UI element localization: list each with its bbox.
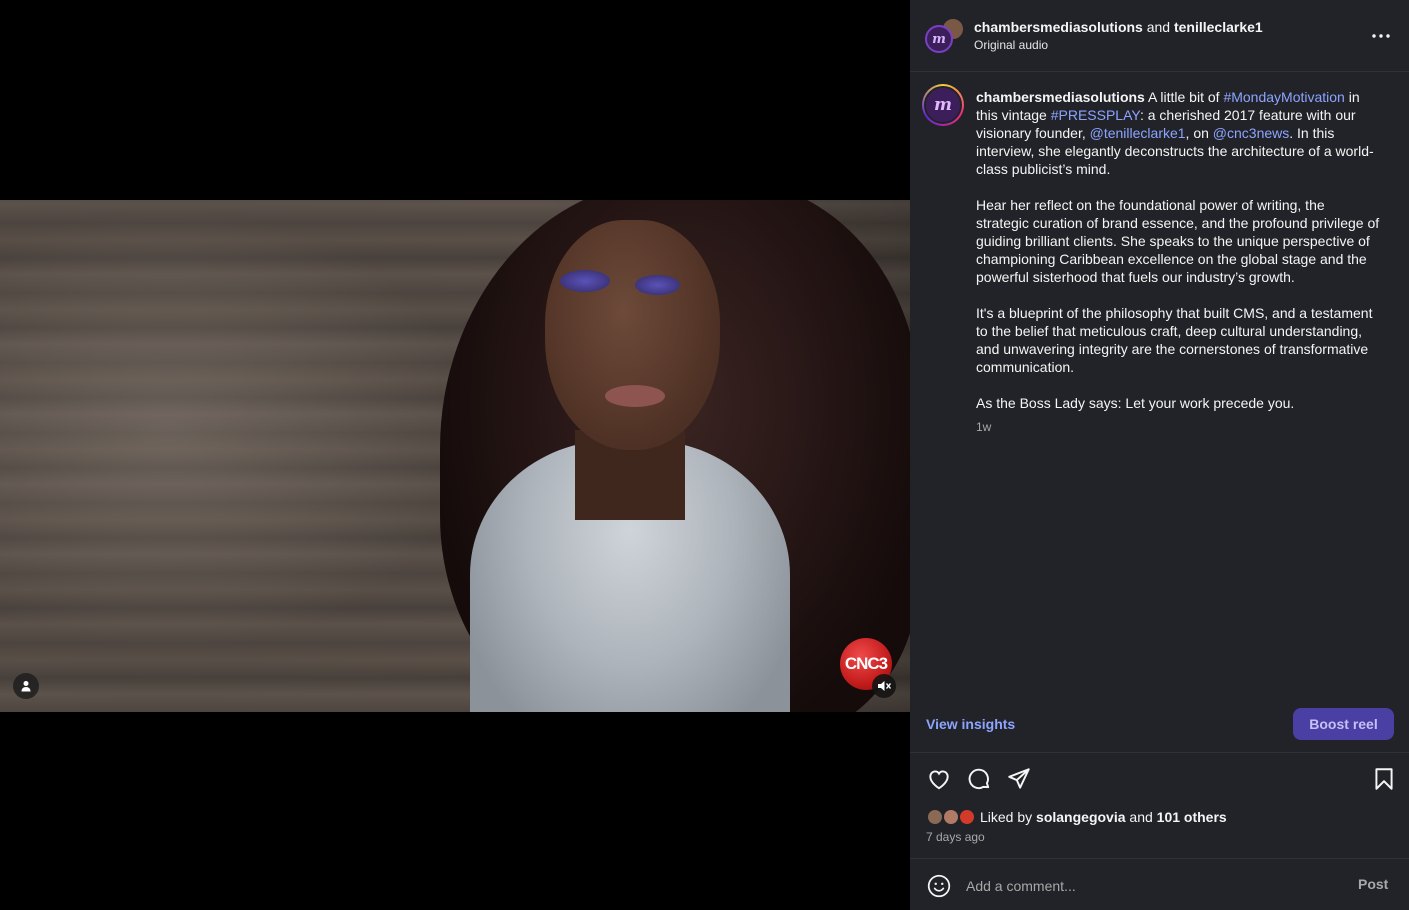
avatar — [958, 808, 976, 826]
post-header: m chambersmediasolutions and tenilleclar… — [910, 0, 1409, 72]
audio-link[interactable]: Original audio — [974, 38, 1048, 52]
heart-icon[interactable] — [926, 766, 952, 792]
post-date: 7 days ago — [926, 830, 985, 844]
video-subject-eye — [560, 270, 610, 292]
author-link[interactable]: chambersmediasolutions — [974, 19, 1143, 35]
boost-reel-button[interactable]: Boost reel — [1293, 708, 1394, 740]
view-insights-link[interactable]: View insights — [926, 716, 1015, 732]
share-icon[interactable] — [1006, 766, 1032, 792]
post-panel: m chambersmediasolutions and tenilleclar… — [910, 0, 1409, 910]
actions-divider — [910, 752, 1409, 753]
video-subject-eye — [635, 275, 680, 295]
video-subject-face — [545, 220, 720, 450]
more-horizontal-icon[interactable] — [1370, 26, 1392, 46]
emoji-icon[interactable] — [926, 873, 952, 899]
caption-tag-link[interactable]: @tenilleclarke1 — [1090, 125, 1186, 141]
caption-paragraph: Hear her reflect on the foundational pow… — [976, 197, 1380, 285]
caption-paragraph: It's a blueprint of the philosophy that … — [976, 305, 1373, 375]
caption-text: , on — [1185, 125, 1213, 141]
comment-icon[interactable] — [966, 766, 992, 792]
post-caption: chambersmediasolutions A little bit of #… — [976, 88, 1381, 436]
likes-joiner: and — [1129, 809, 1153, 825]
caption-username[interactable]: chambersmediasolutions — [976, 89, 1145, 105]
caption-timestamp: 1w — [976, 420, 992, 434]
collaborator-link[interactable]: tenilleclarke1 — [1174, 19, 1263, 35]
caption-paragraph: As the Boss Lady says: Let your work pre… — [976, 395, 1295, 411]
speaker-muted-icon[interactable] — [872, 674, 896, 698]
likes-summary: Liked by solangegovia and 101 others — [926, 808, 1227, 826]
video-frame[interactable] — [0, 200, 910, 712]
post-comment-button[interactable]: Post — [1358, 876, 1388, 892]
likes-prefix: Liked by — [980, 809, 1033, 825]
video-subject-lips — [605, 385, 665, 407]
caption-tag-link[interactable]: @cnc3news — [1213, 125, 1289, 141]
comment-bar: Post — [910, 858, 1409, 910]
caption-tag-link[interactable]: #MondayMotivation — [1223, 89, 1344, 105]
comment-input[interactable] — [966, 873, 1336, 899]
liker-avatars[interactable] — [926, 808, 976, 826]
author-joiner: and — [1146, 19, 1171, 35]
video-player[interactable]: CNC3 — [0, 0, 910, 910]
likes-others-link[interactable]: 101 others — [1157, 809, 1227, 825]
caption-text: A little bit of — [1144, 89, 1224, 105]
avatar: m — [925, 25, 953, 53]
collab-avatars[interactable]: m — [925, 17, 965, 57]
liker-user-link[interactable]: solangegovia — [1036, 809, 1125, 825]
avatar[interactable]: m — [922, 84, 964, 126]
caption-paragraph: chambersmediasolutions A little bit of #… — [976, 88, 1381, 178]
caption-tag-link[interactable]: #PRESSPLAY — [1051, 107, 1140, 123]
post-authors: chambersmediasolutions and tenilleclarke… — [974, 19, 1263, 35]
person-icon[interactable] — [13, 673, 39, 699]
avatar-letter: m — [924, 86, 962, 124]
bookmark-icon[interactable] — [1371, 766, 1397, 792]
